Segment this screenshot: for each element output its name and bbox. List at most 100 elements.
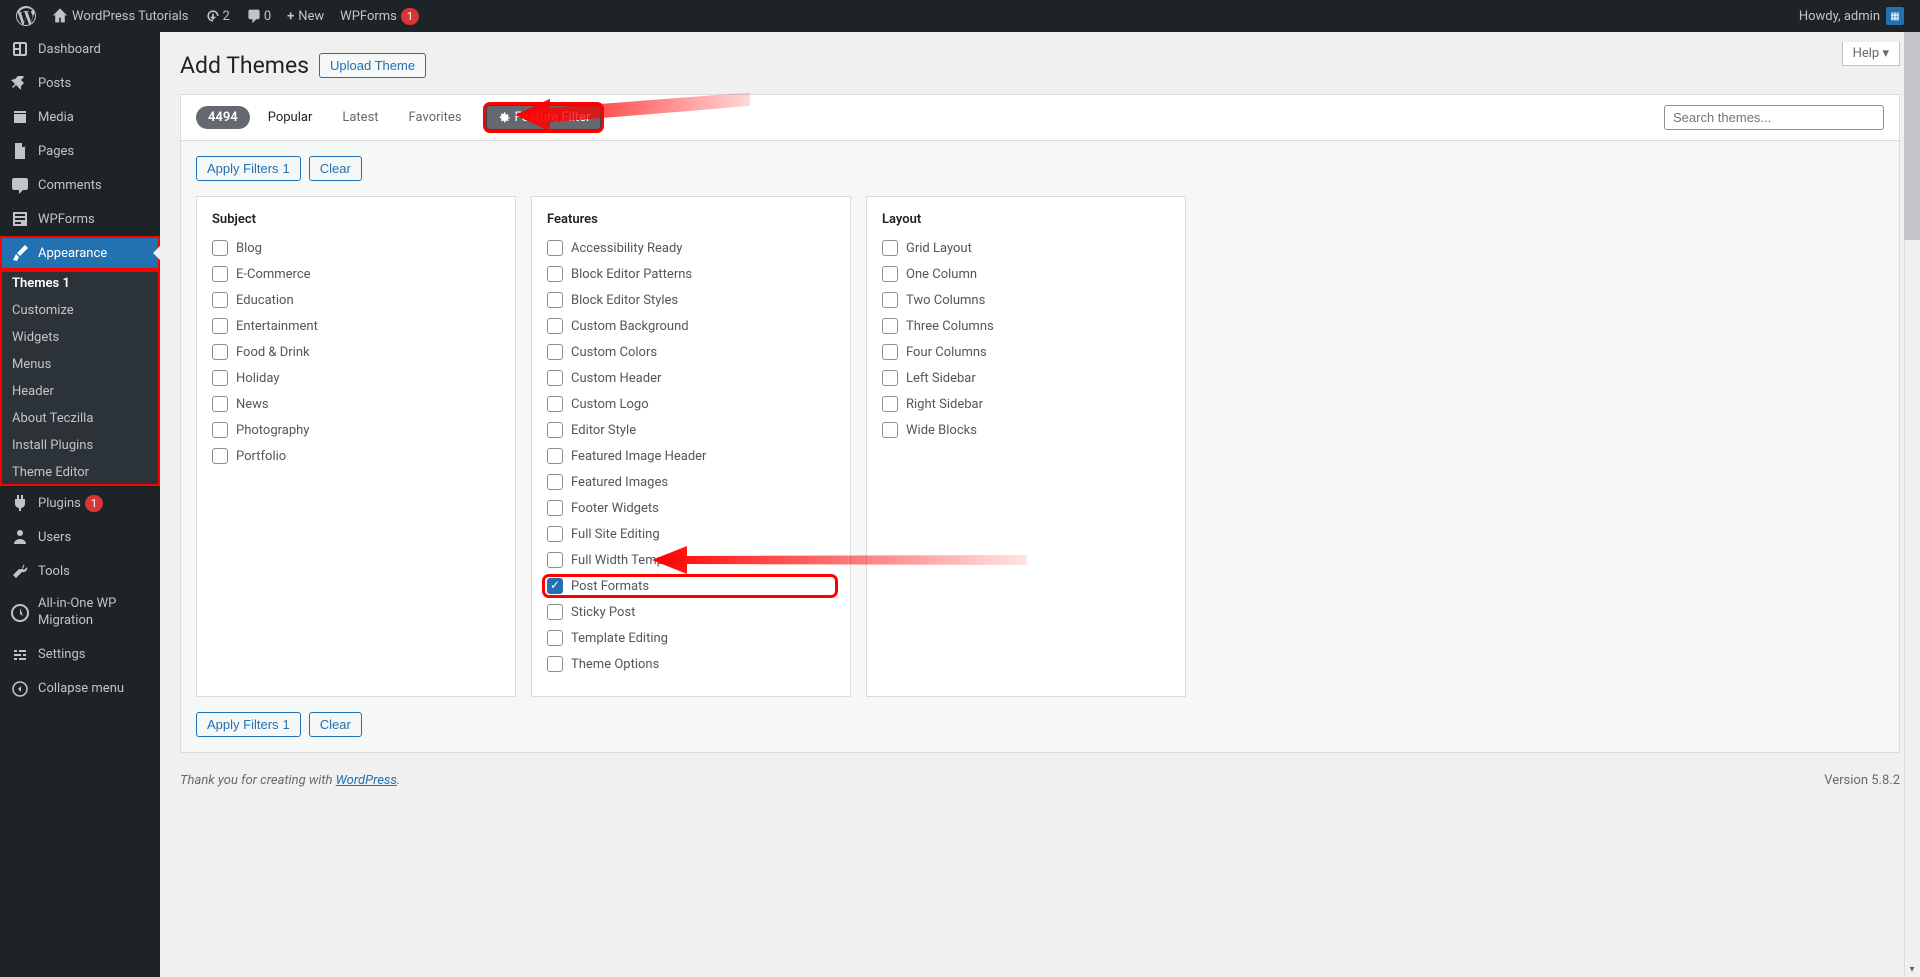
filter-checkbox[interactable] (547, 578, 563, 594)
menu-posts[interactable]: Posts (0, 66, 160, 100)
filter-checkbox[interactable] (547, 292, 563, 308)
menu-pages[interactable]: Pages (0, 134, 160, 168)
filter-checkbox[interactable] (547, 344, 563, 360)
new-link[interactable]: +New (279, 0, 332, 32)
filter-label[interactable]: Education (236, 293, 294, 308)
filter-label[interactable]: Template Editing (571, 631, 668, 646)
filter-label[interactable]: Right Sidebar (906, 397, 983, 412)
clear-button[interactable]: Clear (309, 156, 362, 181)
filter-checkbox[interactable] (212, 266, 228, 282)
filter-label[interactable]: Editor Style (571, 423, 636, 438)
wpforms-link[interactable]: WPForms1 (332, 0, 427, 32)
menu-dashboard[interactable]: Dashboard (0, 32, 160, 66)
filter-label[interactable]: Holiday (236, 371, 279, 386)
wordpress-link[interactable]: WordPress (336, 773, 397, 788)
filter-label[interactable]: News (236, 397, 269, 412)
sub-widgets[interactable]: Widgets (0, 324, 160, 351)
filter-checkbox[interactable] (212, 240, 228, 256)
filter-label[interactable]: Block Editor Patterns (571, 267, 692, 282)
filter-checkbox[interactable] (547, 240, 563, 256)
apply-filters-button[interactable]: Apply Filters1 (196, 156, 301, 181)
filter-label[interactable]: Block Editor Styles (571, 293, 678, 308)
upload-theme-button[interactable]: Upload Theme (319, 53, 426, 78)
filter-checkbox[interactable] (547, 396, 563, 412)
filter-label[interactable]: Footer Widgets (571, 501, 659, 516)
filter-checkbox[interactable] (547, 474, 563, 490)
sub-header[interactable]: Header (0, 378, 160, 405)
filter-label[interactable]: Theme Options (571, 657, 659, 672)
filter-label[interactable]: One Column (906, 267, 977, 282)
account-link[interactable]: Howdy, admin▦ (1791, 0, 1912, 32)
menu-appearance[interactable]: Appearance (0, 236, 160, 270)
sub-customize[interactable]: Customize (0, 297, 160, 324)
filter-checkbox[interactable] (212, 318, 228, 334)
menu-aio[interactable]: All-in-One WP Migration (0, 588, 160, 638)
menu-media[interactable]: Media (0, 100, 160, 134)
filter-checkbox[interactable] (882, 318, 898, 334)
filter-label[interactable]: Accessibility Ready (571, 241, 682, 256)
sub-themes[interactable]: Themes 1 (0, 270, 160, 297)
filter-checkbox[interactable] (882, 240, 898, 256)
menu-settings[interactable]: Settings (0, 638, 160, 672)
filter-checkbox[interactable] (547, 604, 563, 620)
scrollbar-thumb[interactable] (1904, 0, 1920, 240)
filter-label[interactable]: Photography (236, 423, 309, 438)
filter-checkbox[interactable] (547, 422, 563, 438)
filter-label[interactable]: Post Formats (571, 579, 649, 594)
menu-collapse[interactable]: Collapse menu (0, 672, 160, 706)
sub-theme-editor[interactable]: Theme Editor (0, 459, 160, 486)
menu-users[interactable]: Users (0, 520, 160, 554)
filter-label[interactable]: Wide Blocks (906, 423, 977, 438)
feature-filter-button[interactable]: Feature Filter (486, 105, 602, 130)
theme-count-pill[interactable]: 4494 (196, 106, 250, 129)
filter-checkbox[interactable] (212, 344, 228, 360)
help-tab[interactable]: Help ▾ (1842, 42, 1900, 66)
filter-label[interactable]: Featured Images (571, 475, 668, 490)
site-link[interactable]: WordPress Tutorials (44, 0, 197, 32)
filter-label[interactable]: Custom Colors (571, 345, 657, 360)
filter-label[interactable]: Sticky Post (571, 605, 635, 620)
scrollbar[interactable]: ▾ (1904, 0, 1920, 977)
filter-label[interactable]: Custom Logo (571, 397, 649, 412)
filter-label[interactable]: Portfolio (236, 449, 286, 464)
filter-checkbox[interactable] (212, 292, 228, 308)
filter-label[interactable]: Custom Header (571, 371, 661, 386)
scroll-down-icon[interactable]: ▾ (1904, 961, 1920, 977)
updates-link[interactable]: 2 (197, 0, 238, 32)
filter-label[interactable]: Full Width Template (571, 553, 685, 568)
filter-checkbox[interactable] (547, 552, 563, 568)
filter-label[interactable]: Left Sidebar (906, 371, 976, 386)
filter-checkbox[interactable] (547, 318, 563, 334)
wp-logo[interactable] (8, 0, 44, 32)
filter-checkbox[interactable] (547, 656, 563, 672)
filter-label[interactable]: Blog (236, 241, 262, 256)
search-themes-input[interactable] (1664, 105, 1884, 130)
tab-favorites[interactable]: Favorites (397, 106, 474, 129)
filter-label[interactable]: Featured Image Header (571, 449, 706, 464)
apply-filters-button-bottom[interactable]: Apply Filters1 (196, 712, 301, 737)
filter-label[interactable]: Three Columns (906, 319, 994, 334)
filter-label[interactable]: Custom Background (571, 319, 689, 334)
menu-plugins[interactable]: Plugins1 (0, 486, 160, 520)
filter-checkbox[interactable] (882, 292, 898, 308)
filter-checkbox[interactable] (882, 422, 898, 438)
filter-label[interactable]: Two Columns (906, 293, 985, 308)
filter-checkbox[interactable] (547, 500, 563, 516)
filter-label[interactable]: Grid Layout (906, 241, 972, 256)
comments-link[interactable]: 0 (238, 0, 279, 32)
filter-label[interactable]: Food & Drink (236, 345, 310, 360)
filter-checkbox[interactable] (547, 266, 563, 282)
filter-checkbox[interactable] (882, 370, 898, 386)
filter-label[interactable]: Four Columns (906, 345, 987, 360)
filter-checkbox[interactable] (882, 344, 898, 360)
tab-popular[interactable]: Popular (256, 106, 325, 129)
filter-checkbox[interactable] (212, 448, 228, 464)
filter-checkbox[interactable] (882, 266, 898, 282)
filter-checkbox[interactable] (547, 630, 563, 646)
filter-checkbox[interactable] (212, 396, 228, 412)
sub-install-plugins[interactable]: Install Plugins (0, 432, 160, 459)
filter-label[interactable]: Full Site Editing (571, 527, 660, 542)
filter-label[interactable]: Entertainment (236, 319, 318, 334)
clear-button-bottom[interactable]: Clear (309, 712, 362, 737)
filter-checkbox[interactable] (547, 370, 563, 386)
